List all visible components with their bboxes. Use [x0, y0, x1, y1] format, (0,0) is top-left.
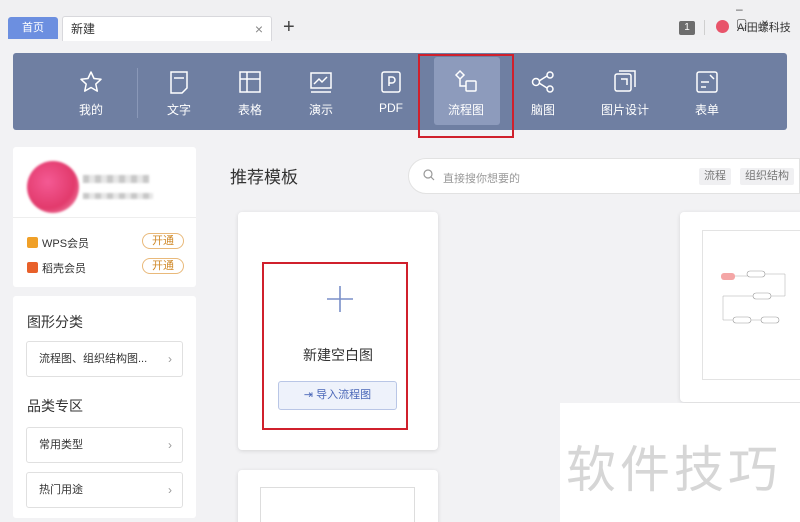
user-card: WPS会员 开通 稻壳会员 开通: [13, 147, 196, 287]
divider: [704, 20, 705, 35]
pdf-icon: [381, 71, 401, 93]
category-panel: 图形分类 流程图、组织结构图... › 品类专区 常用类型 › 热门用途 ›: [13, 296, 196, 518]
add-tab-icon[interactable]: +: [283, 15, 295, 39]
search-chip[interactable]: 流程: [699, 168, 731, 185]
flowchart-thumbnail: [721, 270, 786, 324]
presentation-icon: [310, 72, 332, 93]
page-title: 推荐模板: [230, 168, 298, 187]
toolbar-divider: [137, 68, 138, 118]
divider: [13, 217, 196, 218]
tool-label: 演示: [308, 103, 333, 117]
search-icon: [423, 169, 435, 181]
blurred-user-info: [83, 193, 153, 199]
tab-bar: 首页 新建 × + –▢× 1 Ai田螺科技: [0, 0, 800, 41]
tool-mindmap[interactable]: 脑图: [511, 53, 575, 130]
category-item-label: 流程图、组织结构图...: [39, 353, 148, 365]
tool-sheet[interactable]: 表格: [218, 53, 282, 130]
tab-new[interactable]: 新建 ×: [62, 16, 272, 41]
star-icon: [80, 71, 102, 92]
tool-presentation[interactable]: 演示: [289, 53, 353, 130]
highlight-box-new-blank: [262, 262, 408, 430]
tool-label: 我的: [78, 103, 103, 117]
section-title-categories: 品类专区: [27, 398, 83, 414]
user-name[interactable]: Ai田螺科技: [737, 19, 791, 35]
wps-member-row: WPS会员: [27, 235, 89, 251]
blurred-user-name: [83, 175, 149, 183]
chevron-right-icon: ›: [168, 483, 172, 497]
tool-label: 脑图: [530, 103, 555, 117]
category-item-label: 常用类型: [39, 439, 83, 451]
wps-member-label: WPS会员: [42, 238, 90, 250]
watermark-text: 软件技巧: [566, 441, 782, 499]
tool-label: PDF: [379, 101, 403, 115]
tool-form[interactable]: 表单: [675, 53, 739, 130]
table-icon: [239, 71, 261, 93]
tool-label: 表单: [694, 103, 719, 117]
docer-member-open-button[interactable]: 开通: [142, 258, 184, 274]
tool-writer[interactable]: 文字: [147, 53, 211, 130]
template-card[interactable]: [238, 470, 438, 522]
tab-close-icon[interactable]: ×: [255, 17, 263, 41]
tool-label: 图片设计: [600, 103, 649, 117]
chevron-right-icon: ›: [168, 352, 172, 366]
tool-pdf[interactable]: PDF: [359, 53, 423, 130]
app-toolbar: 我的 文字 表格 演示 PDF 流程图 脑图 图片设计 表单: [13, 53, 787, 130]
user-avatar-icon[interactable]: [716, 20, 729, 33]
category-item-flowchart-org[interactable]: 流程图、组织结构图... ›: [26, 341, 183, 377]
document-icon: [170, 71, 188, 94]
category-item-label: 热门用途: [39, 484, 83, 496]
template-card[interactable]: [680, 212, 800, 402]
avatar[interactable]: [27, 161, 79, 213]
tool-label: 文字: [166, 103, 191, 117]
chevron-right-icon: ›: [168, 438, 172, 452]
docer-member-label: 稻壳会员: [42, 263, 86, 275]
wps-member-icon: [27, 237, 38, 248]
search-placeholder: 直接搜你想要的: [443, 173, 520, 185]
tool-label: 表格: [237, 103, 262, 117]
notification-badge[interactable]: 1: [679, 21, 695, 35]
template-thumbnail: [260, 487, 415, 522]
docer-member-row: 稻壳会员: [27, 260, 86, 276]
tool-image-design[interactable]: 图片设计: [593, 53, 657, 130]
search-chip[interactable]: 组织结构: [740, 168, 794, 185]
tab-home[interactable]: 首页: [8, 17, 58, 39]
wps-member-open-button[interactable]: 开通: [142, 233, 184, 249]
form-icon: [696, 71, 718, 93]
tool-mine[interactable]: 我的: [59, 53, 123, 130]
mindmap-icon: [531, 71, 554, 93]
image-design-icon: [614, 70, 636, 92]
tab-new-label: 新建: [71, 22, 96, 36]
template-thumbnail: [702, 230, 800, 380]
section-title-graphics: 图形分类: [27, 314, 83, 330]
search-input[interactable]: 直接搜你想要的 流程 组织结构: [408, 158, 800, 194]
highlight-box-flowchart: [418, 54, 514, 138]
category-item-popular[interactable]: 热门用途 ›: [26, 472, 183, 508]
docer-member-icon: [27, 262, 38, 273]
category-item-common[interactable]: 常用类型 ›: [26, 427, 183, 463]
